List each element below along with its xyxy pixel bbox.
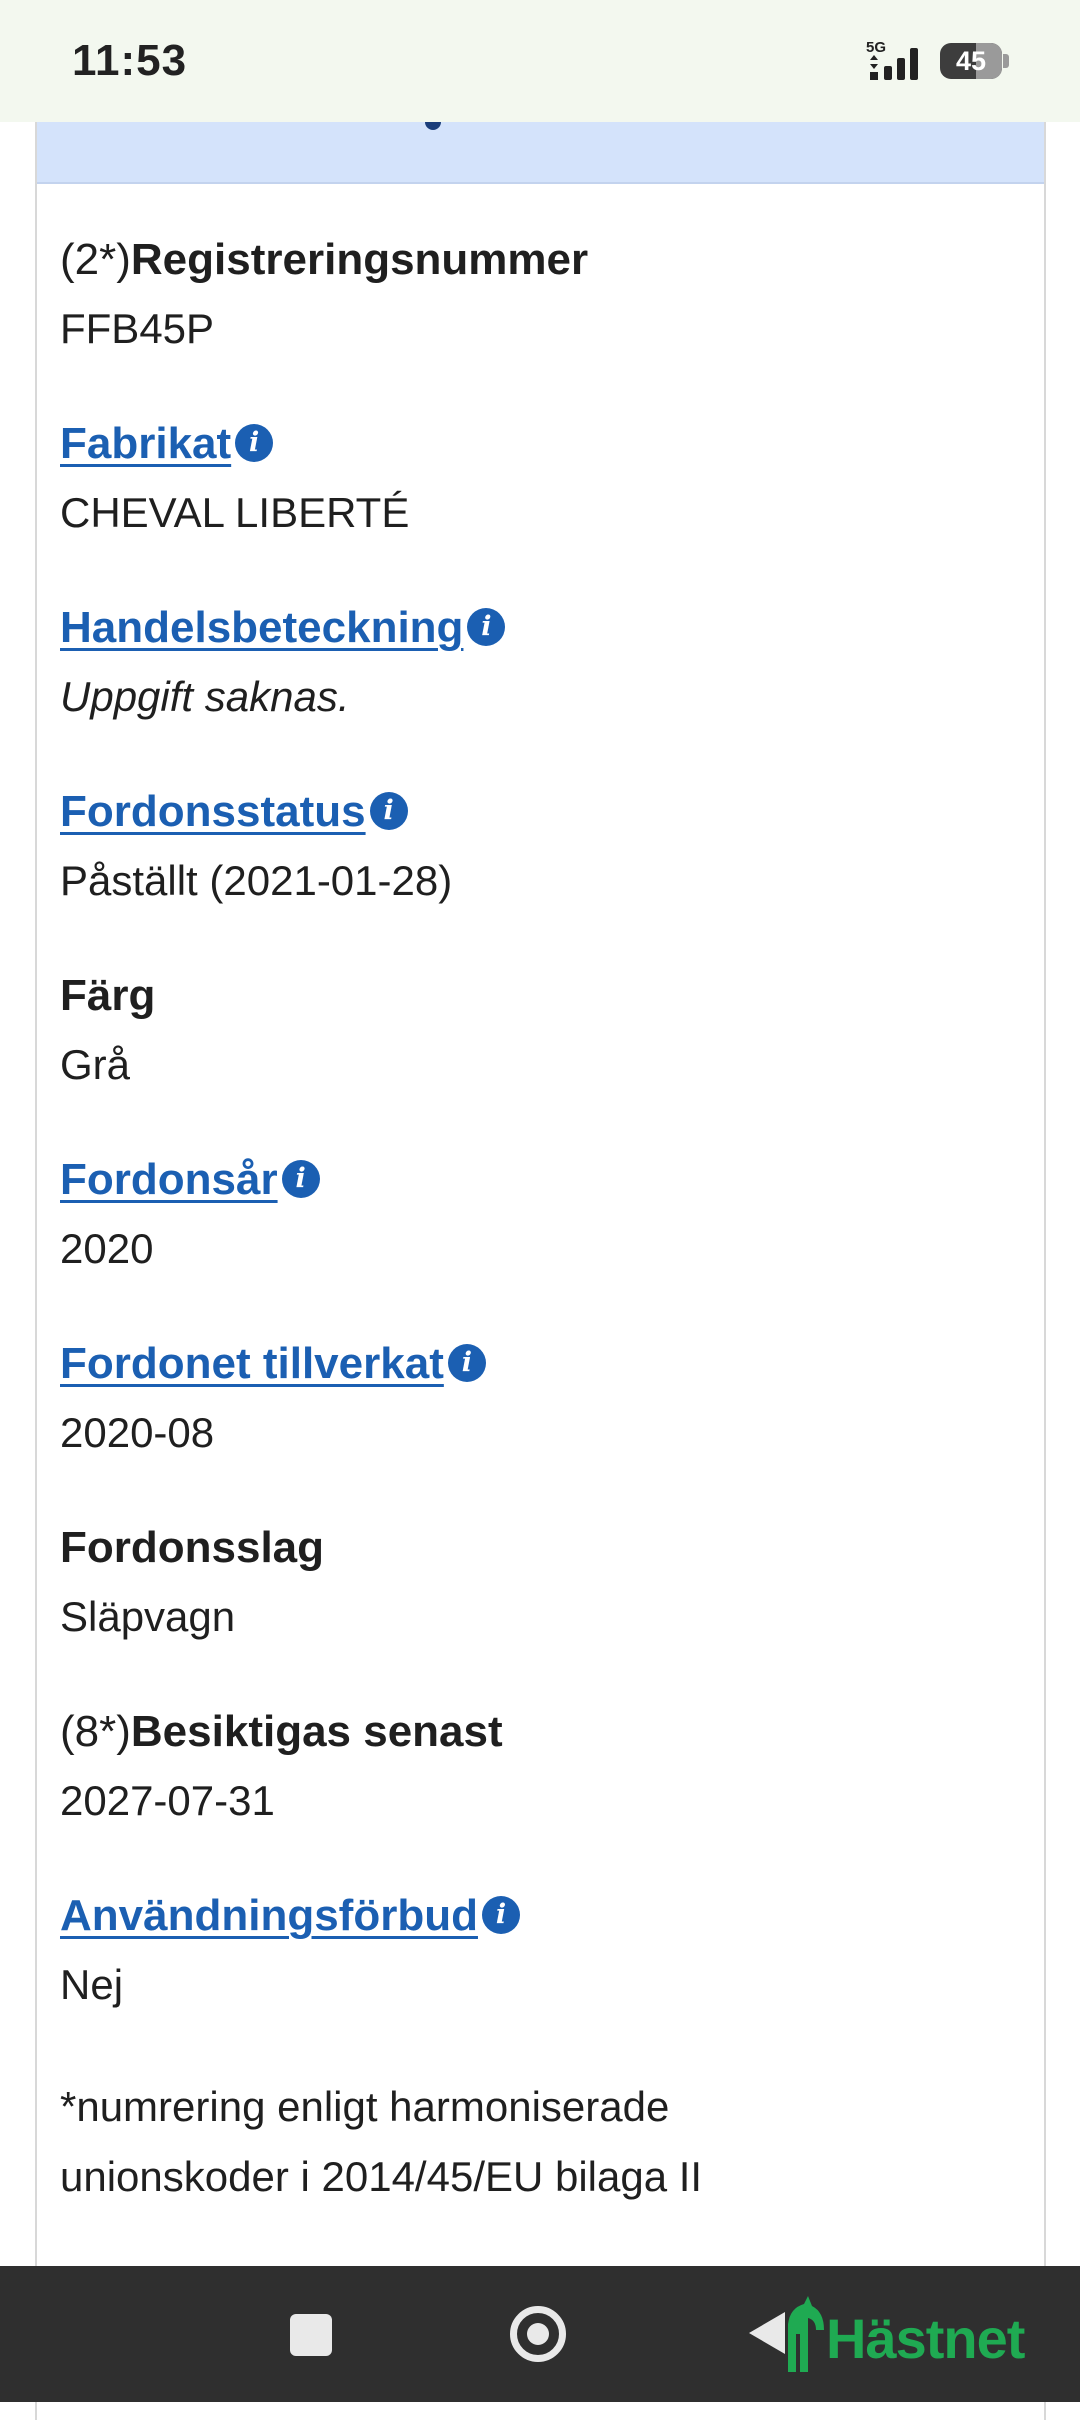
battery-tip (1003, 54, 1009, 68)
field-label: Fordonsstatus i (60, 784, 452, 840)
info-icon[interactable]: i (281, 1160, 320, 1199)
field-number-prefix: (2*) (60, 235, 131, 284)
brand-logo-text: Hästnet (826, 2307, 1025, 2370)
field-value: Nej (60, 1961, 124, 2008)
field-4: Färg Grå (60, 968, 155, 1093)
field-label-link[interactable]: Användningsförbud (60, 1891, 478, 1940)
battery-icon: 45 (940, 43, 1002, 79)
field-value: FFB45P (60, 305, 215, 352)
field-0: (2*)Registreringsnummer FFB45P (60, 232, 588, 357)
field-label: Fordonsår i (60, 1152, 320, 1208)
navigation-bar: Hästnet (0, 2266, 1080, 2402)
field-1: Fabrikat i CHEVAL LIBERTÉ (60, 416, 409, 541)
horse-logo-icon (788, 2296, 824, 2372)
info-icon[interactable]: i (447, 1344, 486, 1383)
signal-icon: 5G (866, 39, 918, 80)
info-icon[interactable]: i (369, 792, 408, 831)
field-number-prefix: (8*) (60, 1707, 131, 1756)
field-label: Fordonet tillverkat i (60, 1336, 486, 1392)
field-5: Fordonsår i 2020 (60, 1152, 320, 1277)
field-value: 2027-07-31 (60, 1777, 275, 1824)
status-bar: 11:53 5G 45 (0, 0, 1080, 122)
card-header-band (37, 114, 1044, 184)
home-button[interactable] (510, 2306, 566, 2362)
field-label-text: Fordonsslag (60, 1523, 325, 1572)
field-label-link[interactable]: Handelsbeteckning (60, 603, 463, 652)
field-label: Fordonsslag (60, 1520, 324, 1576)
field-label: Fabrikat i (60, 416, 409, 472)
field-label: (8*)Besiktigas senast (60, 1704, 503, 1760)
field-8: (8*)Besiktigas senast 2027-07-31 (60, 1704, 503, 1829)
field-3: Fordonsstatus i Påställt (2021-01-28) (60, 784, 452, 909)
field-label: Handelsbeteckning i (60, 600, 506, 656)
footnote: *numrering enligt harmoniserade unionsko… (60, 2072, 702, 2212)
field-label: Färg (60, 968, 155, 1024)
info-icon[interactable]: i (235, 424, 274, 463)
field-label-link[interactable]: Fordonsår (60, 1155, 278, 1204)
field-label-text: Besiktigas senast (130, 1707, 503, 1756)
field-value: Släpvagn (60, 1593, 236, 1640)
field-7: Fordonsslag Släpvagn (60, 1520, 324, 1645)
battery-level: 45 (955, 46, 987, 76)
field-value: 2020-08 (60, 1409, 215, 1456)
info-icon[interactable]: i (481, 1896, 520, 1935)
field-9: Användningsförbud i Nej (60, 1888, 520, 2013)
info-icon[interactable]: i (467, 608, 506, 647)
field-value: Påställt (2021-01-28) (60, 857, 453, 904)
footnote-line-1: *numrering enligt harmoniserade (60, 2083, 670, 2130)
field-6: Fordonet tillverkat i 2020-08 (60, 1336, 486, 1461)
recent-apps-button[interactable] (290, 2314, 332, 2356)
network-type-label: 5G (866, 39, 886, 56)
field-label-text: Registreringsnummer (130, 235, 589, 284)
field-value: CHEVAL LIBERTÉ (60, 489, 410, 536)
field-label-link[interactable]: Fordonet tillverkat (60, 1339, 444, 1388)
field-label-text: Färg (60, 971, 156, 1020)
status-time: 11:53 (72, 36, 188, 85)
field-label: (2*)Registreringsnummer (60, 232, 588, 288)
field-label-link[interactable]: Fordonsstatus (60, 787, 366, 836)
field-label-link[interactable]: Fabrikat (60, 419, 231, 468)
field-value: Grå (60, 1041, 131, 1088)
field-value: Uppgift saknas. (60, 673, 350, 720)
field-label: Användningsförbud i (60, 1888, 520, 1944)
field-value: 2020 (60, 1225, 154, 1272)
field-2: Handelsbeteckning i Uppgift saknas. (60, 600, 506, 725)
footnote-line-2: unionskoder i 2014/45/EU bilaga II (60, 2153, 703, 2200)
